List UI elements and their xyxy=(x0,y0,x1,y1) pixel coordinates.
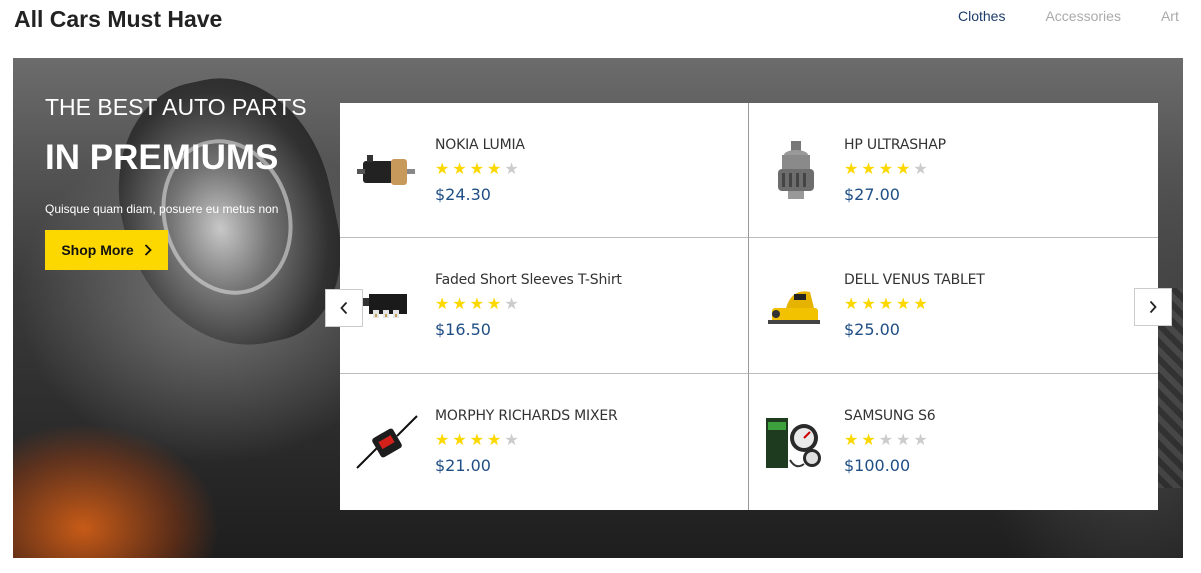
carousel-next-button[interactable] xyxy=(1134,288,1172,326)
star-icon: ★ xyxy=(435,161,453,178)
product-card[interactable]: NOKIA LUMIA ★★★★★ $24.30 xyxy=(340,103,749,238)
star-icon: ★ xyxy=(913,432,931,449)
rating-stars: ★★★★★ xyxy=(844,430,936,450)
star-icon: ★ xyxy=(896,296,914,313)
rating-stars: ★★★★★ xyxy=(435,294,622,314)
product-name[interactable]: DELL VENUS TABLET xyxy=(844,272,985,288)
rating-stars: ★★★★★ xyxy=(435,430,618,450)
shop-more-label: Shop More xyxy=(61,242,134,258)
star-icon: ★ xyxy=(913,296,931,313)
product-card[interactable]: DELL VENUS TABLET ★★★★★ $25.00 xyxy=(749,238,1158,374)
power-planer-image xyxy=(768,291,820,324)
chevron-right-icon xyxy=(144,244,152,256)
rating-stars: ★★★★★ xyxy=(844,159,946,179)
star-icon: ★ xyxy=(469,161,488,178)
star-icon: ★ xyxy=(896,161,914,178)
star-icon: ★ xyxy=(896,432,914,449)
chevron-right-icon xyxy=(1149,300,1157,314)
tab-art[interactable]: Art xyxy=(1161,8,1179,24)
product-card[interactable]: HP ULTRASHAP ★★★★★ $27.00 xyxy=(749,103,1158,238)
product-name[interactable]: SAMSUNG S6 xyxy=(844,408,936,424)
star-icon: ★ xyxy=(452,161,470,178)
star-icon: ★ xyxy=(469,432,488,449)
product-card[interactable]: SAMSUNG S6 ★★★★★ $100.00 xyxy=(749,374,1158,510)
product-name[interactable]: Faded Short Sleeves T-Shirt xyxy=(435,272,622,288)
product-price: $24.30 xyxy=(435,185,491,204)
motor-image xyxy=(357,155,415,185)
star-icon: ★ xyxy=(878,161,897,178)
shop-more-button[interactable]: Shop More xyxy=(45,230,168,270)
star-icon: ★ xyxy=(435,432,453,449)
gauge-kit-image xyxy=(766,418,821,468)
product-name[interactable]: MORPHY RICHARDS MIXER xyxy=(435,408,618,424)
rating-stars: ★★★★★ xyxy=(844,294,985,314)
star-icon: ★ xyxy=(878,296,897,313)
star-icon: ★ xyxy=(878,432,897,449)
star-icon: ★ xyxy=(913,161,931,178)
category-tabs: Clothes Accessories Art xyxy=(958,8,1179,24)
section-title: All Cars Must Have xyxy=(14,6,223,32)
product-card[interactable]: MORPHY RICHARDS MIXER ★★★★★ $21.00 xyxy=(340,374,749,510)
star-icon: ★ xyxy=(487,296,505,313)
product-grid: NOKIA LUMIA ★★★★★ $24.30 HP ULTRASHAP ★★… xyxy=(340,103,1158,510)
product-price: $27.00 xyxy=(844,185,900,204)
star-icon: ★ xyxy=(844,296,862,313)
star-icon: ★ xyxy=(504,296,522,313)
product-card[interactable]: Faded Short Sleeves T-Shirt ★★★★★ $16.50 xyxy=(340,238,749,374)
product-name[interactable]: HP ULTRASHAP xyxy=(844,137,946,153)
tab-accessories[interactable]: Accessories xyxy=(1045,8,1120,24)
star-icon: ★ xyxy=(861,296,879,313)
product-price: $16.50 xyxy=(435,320,491,339)
star-icon: ★ xyxy=(504,432,522,449)
star-icon: ★ xyxy=(861,161,879,178)
star-icon: ★ xyxy=(469,296,488,313)
star-icon: ★ xyxy=(487,432,505,449)
product-price: $21.00 xyxy=(435,456,491,475)
banner-headline: IN PREMIUMS xyxy=(45,138,279,177)
product-price: $100.00 xyxy=(844,456,911,475)
star-icon: ★ xyxy=(487,161,505,178)
starter-gear-image xyxy=(778,141,814,199)
banner-eyebrow: THE BEST AUTO PARTS xyxy=(45,94,307,120)
star-icon: ★ xyxy=(435,296,453,313)
banner-tagline: Quisque quam diam, posuere eu metus non xyxy=(45,202,279,216)
carousel-prev-button[interactable] xyxy=(325,289,363,327)
star-icon: ★ xyxy=(452,432,470,449)
star-icon: ★ xyxy=(452,296,470,313)
rating-stars: ★★★★★ xyxy=(435,159,525,179)
battery-charger-image xyxy=(356,415,418,469)
promo-banner: THE BEST AUTO PARTS IN PREMIUMS Quisque … xyxy=(13,58,1183,558)
connector-image xyxy=(359,294,407,318)
star-icon: ★ xyxy=(844,432,862,449)
product-name[interactable]: NOKIA LUMIA xyxy=(435,137,525,153)
star-icon: ★ xyxy=(861,432,879,449)
star-icon: ★ xyxy=(504,161,522,178)
product-price: $25.00 xyxy=(844,320,900,339)
tab-clothes[interactable]: Clothes xyxy=(958,8,1005,24)
chevron-left-icon xyxy=(340,301,348,315)
star-icon: ★ xyxy=(844,161,862,178)
